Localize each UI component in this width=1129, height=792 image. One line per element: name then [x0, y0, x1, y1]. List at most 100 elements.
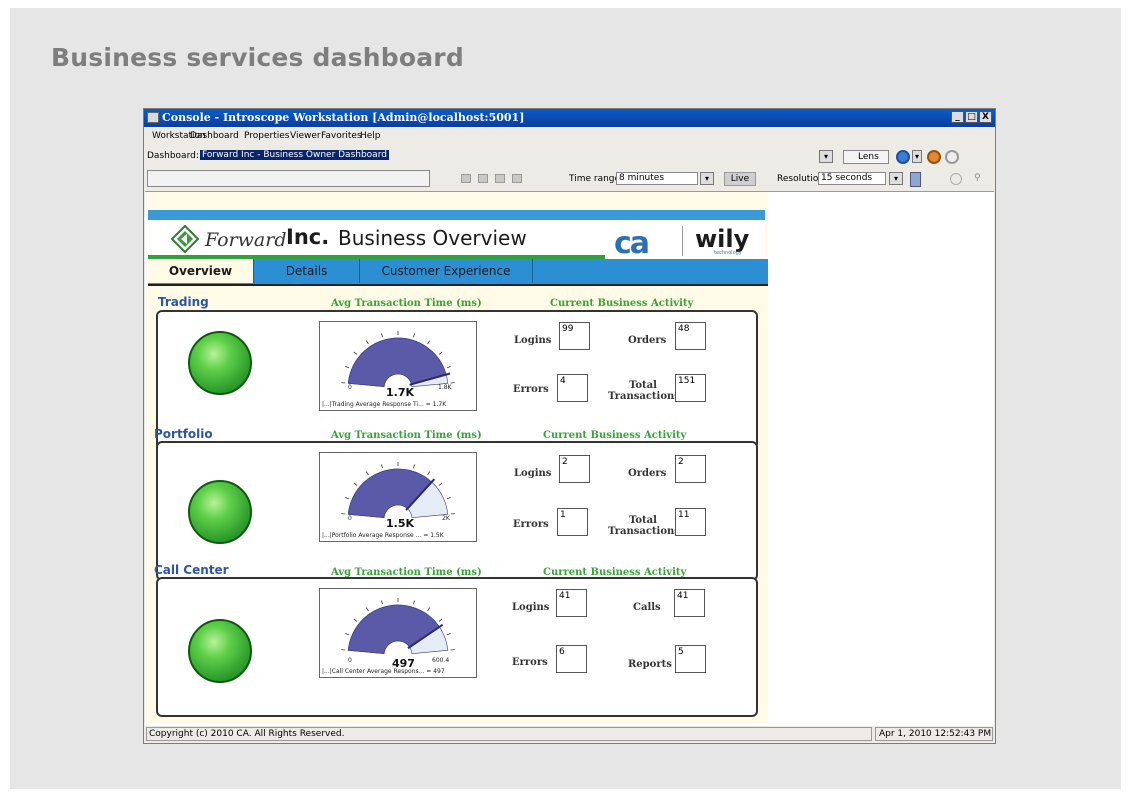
metric-value: 48 — [675, 322, 706, 350]
gauge-tick — [353, 618, 358, 622]
dashboard-selector[interactable]: Forward Inc - Business Owner Dashboard — [200, 150, 389, 160]
close-button[interactable]: X — [979, 111, 992, 123]
tab-overview[interactable]: Overview — [148, 259, 254, 283]
clock-icon[interactable] — [950, 173, 962, 185]
time-range-label: Time range: — [569, 174, 624, 184]
dashboard-viewport: Forward Inc. Business Overview ca wily t… — [145, 191, 994, 726]
lens-label: Lens — [858, 152, 879, 162]
status-bar: Copyright (c) 2010 CA. All Rights Reserv… — [144, 726, 995, 743]
metric-value: 2 — [559, 455, 590, 483]
back-icon[interactable] — [896, 150, 910, 164]
copyright-text: Copyright (c) 2010 CA. All Rights Reserv… — [146, 727, 872, 741]
title-bar[interactable]: Console - Introscope Workstation [Admin@… — [144, 109, 995, 127]
logo-header: Forward Inc. Business Overview ca wily t… — [148, 220, 765, 261]
minimize-button[interactable]: _ — [951, 111, 964, 123]
menu-properties[interactable]: Properties — [244, 131, 289, 141]
dashboard-tabs: Overview Details Customer Experience — [148, 259, 768, 286]
wily-logo-subtitle: technology — [714, 250, 742, 256]
live-button[interactable]: Live — [724, 172, 756, 186]
section-title-trading: Trading — [158, 295, 209, 309]
gauge-caption: |...|Portfolio Average Response ... = 1.… — [322, 532, 444, 539]
metric-value: 5 — [675, 645, 706, 673]
metric-value: 1 — [557, 508, 588, 536]
time-toolbar: Time range: 8 minutes ▾ Live Resolution:… — [144, 168, 995, 188]
gauge-tick — [381, 333, 383, 338]
console-window: Console - Introscope Workstation [Admin@… — [143, 108, 996, 744]
dashboard-label: Dashboard: — [147, 151, 199, 161]
gauge-tick — [345, 365, 350, 369]
metric-label: Calls — [633, 602, 661, 613]
forward-icon[interactable] — [945, 150, 959, 164]
section-panel-portfolio: 0 2K 1.5K |...|Portfolio Average Respons… — [156, 441, 758, 581]
gauge-tick — [427, 471, 431, 476]
gauge-tick — [353, 351, 358, 355]
gauge-tick — [427, 340, 431, 345]
resolution-select[interactable]: 15 seconds — [818, 172, 886, 185]
resolution-dropdown-icon[interactable]: ▾ — [889, 172, 903, 185]
metric-label: Orders — [628, 335, 667, 346]
metric-label: Orders — [628, 468, 667, 479]
section-title-call-center: Call Center — [154, 563, 229, 577]
dropdown-arrow-icon[interactable]: ▾ — [819, 150, 833, 163]
metric-value: 151 — [675, 374, 706, 402]
gauge-tick — [365, 471, 369, 476]
bookmark-icon[interactable] — [910, 172, 921, 187]
maximize-button[interactable]: □ — [965, 111, 978, 123]
gauge-max: 1.8K — [438, 384, 452, 391]
previous-icon[interactable] — [478, 174, 488, 183]
menu-dashboard[interactable]: Dashboard — [190, 131, 239, 141]
gauge-title: Avg Transaction Time (ms) — [331, 430, 482, 441]
tab-details[interactable]: Details — [254, 259, 360, 283]
back-menu-icon[interactable]: ▾ — [912, 150, 922, 163]
dashboard-bar: Dashboard: Forward Inc - Business Owner … — [144, 147, 995, 165]
window-title: Console - Introscope Workstation [Admin@… — [162, 111, 525, 124]
metric-value: 4 — [557, 374, 588, 402]
metric-label: Errors — [513, 519, 549, 530]
menu-help[interactable]: Help — [360, 131, 381, 141]
gauge-title: Avg Transaction Time (ms) — [331, 298, 482, 309]
forward-logo-text: Forward — [205, 229, 287, 251]
last-icon[interactable] — [512, 174, 522, 183]
ca-logo: ca — [614, 226, 650, 261]
first-icon[interactable] — [461, 174, 471, 183]
metric-label: Reports — [628, 659, 672, 670]
dashboard-panel: Forward Inc. Business Overview ca wily t… — [148, 192, 768, 723]
gauge-tick — [438, 618, 443, 622]
menu-bar: Workstation Dashboard Properties Viewer … — [144, 127, 995, 144]
gauge-tick — [365, 340, 369, 345]
menu-favorites[interactable]: Favorites — [321, 131, 362, 141]
gauge: 0 600.4 497 |...|Call Center Average Res… — [319, 588, 477, 678]
gauge-min: 0 — [348, 515, 352, 522]
gauge-tick — [446, 365, 451, 369]
home-icon[interactable] — [927, 150, 941, 164]
metric-value: 6 — [556, 645, 587, 673]
metric-label: Errors — [513, 384, 549, 395]
gauge-caption: |...|Trading Average Response Ti... = 1.… — [322, 401, 447, 408]
gauge-tick — [381, 600, 383, 605]
gauge-value: 1.5K — [386, 517, 415, 530]
gauge: 0 2K 1.5K |...|Portfolio Average Respons… — [319, 452, 477, 542]
tab-customer-experience[interactable]: Customer Experience — [360, 259, 533, 283]
section-panel-call-center: 0 600.4 497 |...|Call Center Average Res… — [156, 577, 758, 717]
gauge-tick — [446, 632, 451, 636]
gauge-tick — [413, 600, 415, 605]
zoom-icon[interactable]: ⚲ — [974, 173, 981, 183]
metric-label: Total Transactions — [608, 380, 680, 402]
metric-value: 41 — [674, 589, 705, 617]
logo-divider — [682, 226, 683, 256]
metric-value: 2 — [675, 455, 706, 483]
search-field[interactable] — [147, 170, 430, 187]
dashboard-heading: Business Overview — [338, 226, 527, 250]
metric-value: 99 — [559, 322, 590, 350]
section-title-portfolio: Portfolio — [154, 427, 213, 441]
next-icon[interactable] — [495, 174, 505, 183]
time-range-select[interactable]: 8 minutes — [616, 172, 698, 185]
menu-viewer[interactable]: Viewer — [290, 131, 321, 141]
lens-button[interactable]: Lens — [843, 150, 889, 164]
top-stripe — [148, 210, 765, 220]
gauge-tick — [381, 464, 383, 469]
time-range-dropdown-icon[interactable]: ▾ — [700, 172, 714, 185]
section-panel-trading: 0 1.8K 1.7K |...|Trading Average Respons… — [156, 310, 758, 450]
gauge-tick — [345, 632, 350, 636]
gauge-tick — [413, 464, 415, 469]
